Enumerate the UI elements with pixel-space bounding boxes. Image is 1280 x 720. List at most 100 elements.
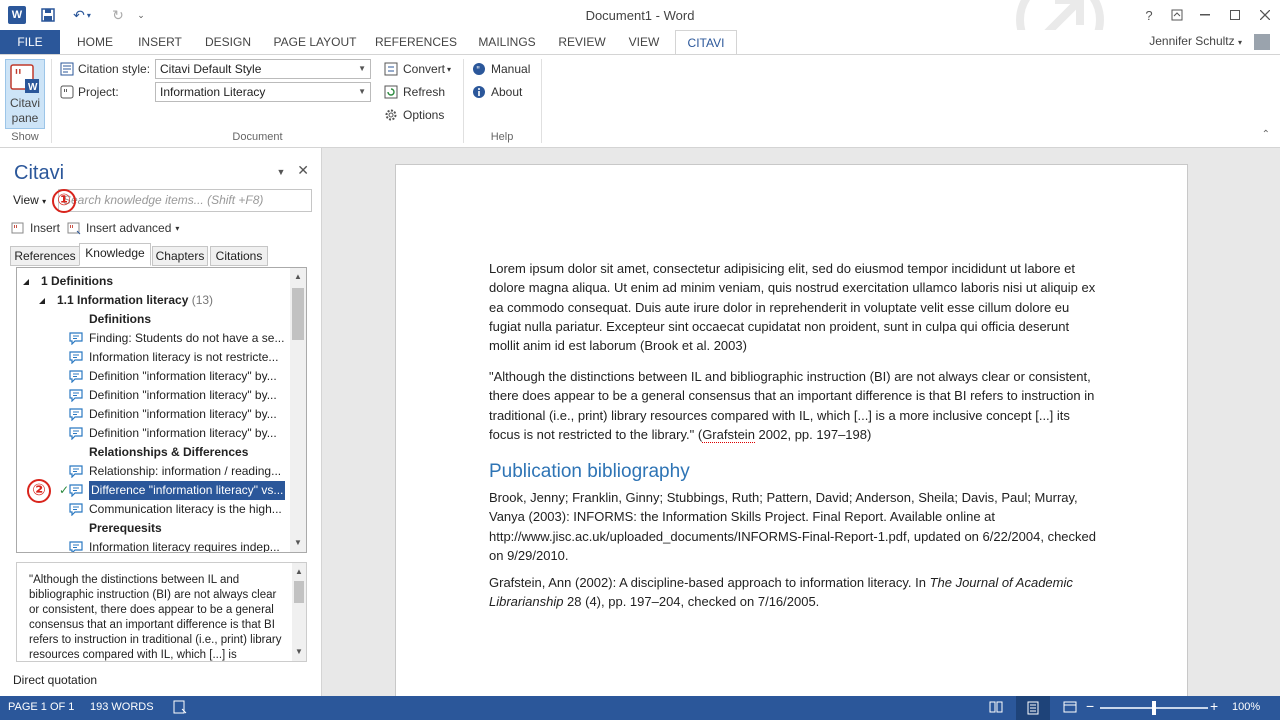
tree-category[interactable]: Prerequesits xyxy=(89,519,162,538)
scroll-up-icon[interactable]: ▲ xyxy=(290,270,306,284)
minimize-icon[interactable] xyxy=(1190,0,1220,30)
tree-category[interactable]: Relationships & Differences xyxy=(89,443,248,462)
project-value: Information Literacy xyxy=(160,85,266,99)
knowledge-item[interactable]: Information literacy is not restricte... xyxy=(89,348,278,367)
knowledge-item[interactable]: Definition "information literacy" by... xyxy=(89,424,277,443)
scrollbar-thumb[interactable] xyxy=(292,288,304,340)
tab-view[interactable]: VIEW xyxy=(618,30,670,54)
tab-knowledge[interactable]: Knowledge xyxy=(79,243,151,266)
tab-home[interactable]: HOME xyxy=(66,30,124,54)
tree-category[interactable]: 1 Definitions xyxy=(41,272,113,291)
knowledge-item[interactable]: Communication literacy is the high... xyxy=(89,500,282,519)
zoom-level[interactable]: 100% xyxy=(1232,701,1260,713)
collapse-ribbon-icon[interactable]: ⌃ xyxy=(1262,129,1270,140)
tab-references[interactable]: REFERENCES xyxy=(372,30,460,54)
manual-label: Manual xyxy=(491,62,531,76)
view-menu[interactable]: View ▾ xyxy=(13,193,46,207)
window-title: Document1 - Word xyxy=(585,8,695,23)
proofing-icon[interactable] xyxy=(172,699,188,715)
insert-advanced-button[interactable]: " Insert advanced ▾ xyxy=(66,218,179,238)
zoom-slider-thumb[interactable] xyxy=(1152,701,1156,715)
view-label: View xyxy=(13,193,39,207)
tree-category[interactable]: Definitions xyxy=(89,310,151,329)
scroll-down-icon[interactable]: ▼ xyxy=(290,536,306,550)
manual-button[interactable]: " Manual xyxy=(471,59,530,79)
tree-item-label: Definitions xyxy=(89,312,151,326)
citavi-pane-label-2: pane xyxy=(11,111,39,125)
ribbon-display-options-icon[interactable] xyxy=(1162,0,1192,30)
tab-review[interactable]: REVIEW xyxy=(552,30,612,54)
info-icon xyxy=(471,84,487,100)
tree-item-label: Difference "information literacy" vs... xyxy=(91,483,284,497)
quote-scrollbar[interactable]: ▲ ▼ xyxy=(292,563,306,661)
tab-page-layout[interactable]: PAGE LAYOUT xyxy=(266,30,364,54)
expand-collapse-icon[interactable]: ◢ xyxy=(39,291,45,310)
expand-collapse-icon[interactable]: ◢ xyxy=(23,272,29,291)
zoom-out-icon[interactable]: − xyxy=(1086,698,1094,714)
group-separator xyxy=(541,59,542,143)
document-page[interactable]: Lorem ipsum dolor sit amet, consectetur … xyxy=(395,164,1188,704)
tree-item-label: Information literacy is not restricte... xyxy=(89,350,279,364)
refresh-button[interactable]: Refresh xyxy=(383,82,445,102)
web-layout-icon[interactable] xyxy=(1062,699,1078,715)
word-count[interactable]: 193 WORDS xyxy=(90,701,154,713)
knowledge-item-icon xyxy=(69,427,83,440)
scrollbar-thumb[interactable] xyxy=(294,581,304,603)
citavi-pane-button[interactable]: " W Citavi pane xyxy=(5,59,45,129)
knowledge-item[interactable]: Relationship: information / reading... xyxy=(89,462,281,481)
tab-chapters[interactable]: Chapters xyxy=(152,246,208,266)
knowledge-item[interactable]: Definition "information literacy" by... xyxy=(89,367,277,386)
tab-file[interactable]: FILE xyxy=(0,30,60,54)
project-dropdown[interactable]: Information Literacy ▼ xyxy=(155,82,371,102)
knowledge-item[interactable]: Finding: Students do not have a se... xyxy=(89,329,284,348)
help-button[interactable]: ? xyxy=(1134,0,1164,30)
chevron-down-icon: ▾ xyxy=(447,64,452,74)
scroll-down-icon[interactable]: ▼ xyxy=(292,645,306,659)
tab-citations[interactable]: Citations xyxy=(210,246,268,266)
tab-references[interactable]: References xyxy=(10,246,80,266)
item-count: (13) xyxy=(188,293,214,307)
zoom-in-icon[interactable]: + xyxy=(1210,698,1218,714)
search-input[interactable]: Search knowledge items... (Shift +F8) xyxy=(58,189,312,212)
user-account[interactable]: Jennifer Schultz ▾ xyxy=(1149,34,1242,48)
citation-style-dropdown[interactable]: Citavi Default Style ▼ xyxy=(155,59,371,79)
scroll-up-icon[interactable]: ▲ xyxy=(292,565,306,579)
insert-advanced-icon: " xyxy=(66,220,82,236)
close-icon[interactable] xyxy=(1250,0,1280,30)
knowledge-item-icon xyxy=(69,370,83,383)
print-layout-icon[interactable] xyxy=(1016,696,1050,720)
close-pane-icon[interactable]: ✕ xyxy=(297,162,309,178)
tree-scrollbar[interactable]: ▲ ▼ xyxy=(290,268,306,552)
bib2-end: 28 (4), pp. 197–204, checked on 7/16/200… xyxy=(563,594,820,610)
tab-mailings[interactable]: MAILINGS xyxy=(470,30,544,54)
svg-text:": " xyxy=(14,66,22,87)
knowledge-item[interactable]: Difference "information literacy" vs... xyxy=(89,481,286,500)
maximize-icon[interactable] xyxy=(1220,0,1250,30)
group-label-help: Help xyxy=(490,131,514,143)
tree-item-label: Relationships & Differences xyxy=(89,445,249,459)
checkmark-icon: ✓ xyxy=(59,483,70,497)
gear-icon xyxy=(383,107,399,123)
insert-button[interactable]: " Insert xyxy=(10,218,60,238)
ribbon: " W Citavi pane Show Citation style: Cita… xyxy=(0,54,1280,148)
tab-insert[interactable]: INSERT xyxy=(130,30,190,54)
tree-item-label: Communication literacy is the high... xyxy=(89,502,282,516)
status-bar: PAGE 1 OF 1 193 WORDS − + 100% xyxy=(0,696,1280,720)
tree-category[interactable]: 1.1 Information literacy (13) xyxy=(57,291,213,310)
knowledge-item[interactable]: Information literacy requires indep... xyxy=(89,538,280,552)
avatar[interactable] xyxy=(1254,34,1270,50)
pane-controls: ▼ ✕ xyxy=(276,162,309,179)
pane-options-icon[interactable]: ▼ xyxy=(276,167,285,177)
page-count[interactable]: PAGE 1 OF 1 xyxy=(8,701,74,713)
convert-button[interactable]: Convert ▾ xyxy=(383,59,451,79)
knowledge-item[interactable]: Definition "information literacy" by... xyxy=(89,386,277,405)
chevron-down-icon: ▾ xyxy=(175,223,180,233)
options-button[interactable]: Options xyxy=(383,105,444,125)
tab-citavi[interactable]: CITAVI xyxy=(675,30,737,55)
citavi-pane: Citavi ▼ ✕ View ▾ Search knowledge items… xyxy=(0,148,322,696)
tab-design[interactable]: DESIGN xyxy=(196,30,260,54)
read-mode-icon[interactable] xyxy=(988,699,1004,715)
about-button[interactable]: About xyxy=(471,82,522,102)
tree-item-label: Definition "information literacy" by... xyxy=(89,426,277,440)
knowledge-item[interactable]: Definition "information literacy" by... xyxy=(89,405,277,424)
